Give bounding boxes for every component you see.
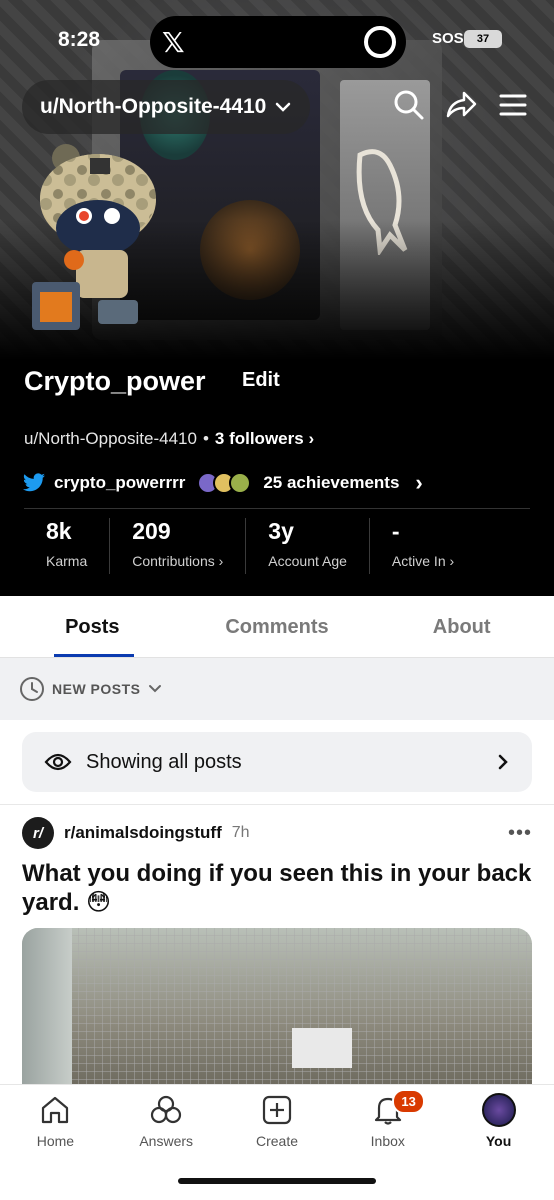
handle-row: u/North-Opposite-4410 • 3 followers ›	[24, 429, 314, 449]
stat-value: -	[391, 518, 400, 544]
profile-tabs: Posts Comments About	[0, 596, 554, 658]
bird-logo-icon	[356, 149, 408, 255]
nav-label: You	[485, 1133, 512, 1149]
tab-posts[interactable]: Posts	[0, 596, 185, 657]
search-icon[interactable]	[392, 88, 426, 122]
stat-label: Contributions ›	[132, 553, 224, 569]
stat-value: 209	[132, 518, 171, 544]
battery-icon: 37	[464, 30, 502, 48]
filter-label: Showing all posts	[86, 750, 242, 773]
header-actions	[392, 88, 530, 122]
more-options-icon[interactable]: •••	[508, 822, 532, 845]
stat-value: 8k	[46, 518, 72, 544]
user-avatar	[481, 1093, 516, 1127]
share-icon[interactable]	[444, 88, 478, 122]
menu-icon[interactable]	[496, 88, 530, 122]
social-row: crypto_powerrrr 25 achievements ›	[22, 470, 423, 496]
achievements-link[interactable]: 25 achievements	[263, 473, 399, 493]
chevron-right-icon	[498, 754, 508, 770]
nav-answers[interactable]: Answers	[111, 1093, 222, 1161]
stat-value: 3y	[268, 518, 294, 544]
status-time: 8:28	[58, 28, 101, 51]
edit-profile-button[interactable]: Edit	[242, 369, 280, 392]
home-icon	[42, 1096, 69, 1124]
twitter-bird-icon	[23, 473, 45, 492]
post-header: r/ r/animalsdoingstuff 7h •••	[0, 805, 554, 849]
stat-account-age[interactable]: 3y Account Age	[245, 518, 369, 574]
nav-inbox[interactable]: 13 Inbox	[332, 1089, 443, 1161]
username-pill-label: u/North-Opposite-4410	[40, 95, 267, 118]
twitter-handle-link[interactable]: crypto_powerrrr	[54, 473, 185, 493]
fence-post	[22, 928, 72, 1088]
stat-contributions[interactable]: 209 Contributions ›	[109, 518, 245, 574]
username-switcher[interactable]: u/North-Opposite-4410	[22, 80, 311, 134]
eye-icon	[44, 753, 72, 771]
separator-dot: •	[202, 429, 209, 448]
banner-pc-fan-lower	[200, 200, 300, 300]
chevron-right-icon: ›	[415, 470, 423, 495]
stat-label: Active In ›	[391, 553, 455, 569]
followers-link[interactable]: 3 followers ›	[215, 429, 314, 449]
tab-about[interactable]: About	[369, 596, 554, 657]
active-tab-indicator	[54, 654, 134, 657]
chevron-down-icon	[276, 102, 291, 112]
achievement-badge	[229, 472, 252, 494]
clock-sort-icon	[20, 677, 44, 701]
followers-count: 3 followers	[214, 429, 304, 448]
x-app-icon: 𝕏	[162, 27, 185, 58]
chevron-down-icon	[148, 685, 161, 693]
stat-label: Karma	[46, 553, 88, 569]
post-filter-button[interactable]: Showing all posts	[22, 732, 532, 792]
stat-active-in[interactable]: - Active In ›	[368, 518, 476, 574]
post-age: 7h	[231, 824, 250, 841]
nav-label: Inbox	[370, 1133, 405, 1149]
recording-ring-icon	[364, 26, 396, 58]
background-sign	[292, 1028, 352, 1068]
divider	[24, 508, 530, 509]
achievement-badges[interactable]	[197, 472, 252, 494]
profile-stats: 8k Karma 209 Contributions › 3y Account …	[24, 518, 530, 574]
nav-label: Answers	[139, 1133, 194, 1149]
sort-label: NEW POSTS	[52, 681, 141, 697]
profile-avatar[interactable]	[28, 140, 168, 340]
inbox-badge: 13	[392, 1089, 425, 1114]
nav-create[interactable]: Create	[222, 1093, 333, 1161]
subreddit-avatar[interactable]: r/	[22, 817, 54, 849]
chevron-right-icon: ›	[308, 429, 315, 448]
status-sos: SOS	[432, 30, 464, 47]
stat-karma[interactable]: 8k Karma	[24, 518, 109, 574]
subreddit-link[interactable]: r/animalsdoingstuff	[64, 823, 222, 843]
nav-home[interactable]: Home	[0, 1093, 111, 1161]
home-indicator	[178, 1178, 376, 1184]
answers-icon	[151, 1095, 182, 1124]
nav-you[interactable]: You	[443, 1093, 554, 1161]
profile-handle: u/North-Opposite-4410	[24, 429, 197, 448]
stat-label: Account Age	[268, 553, 347, 569]
post-title[interactable]: What you doing if you seen this in your …	[0, 849, 554, 917]
profile-display-name: Crypto_power	[24, 366, 206, 396]
post-image[interactable]	[22, 928, 532, 1088]
create-plus-icon	[262, 1095, 292, 1125]
sort-selector[interactable]: NEW POSTS	[0, 658, 554, 720]
nav-label: Create	[255, 1133, 298, 1149]
tab-comments[interactable]: Comments	[185, 596, 370, 657]
nav-label: Home	[36, 1133, 75, 1149]
dynamic-island: 𝕏	[150, 16, 406, 68]
